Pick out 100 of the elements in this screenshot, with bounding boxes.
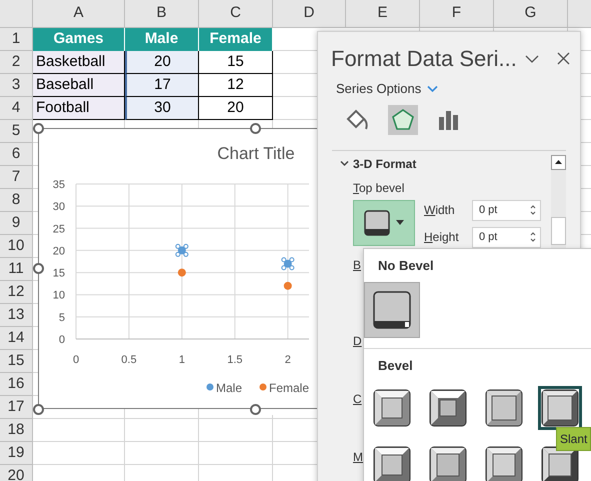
option-label: B xyxy=(353,258,362,272)
sheet-cell[interactable] xyxy=(125,419,199,442)
data-point[interactable] xyxy=(281,257,294,270)
scroll-thumb[interactable] xyxy=(551,216,566,244)
data-point[interactable] xyxy=(175,244,188,257)
sheet-cell[interactable] xyxy=(199,419,273,442)
bevel-icon xyxy=(541,446,579,481)
y-axis-label: 20 xyxy=(52,245,65,258)
table-cell: 12 xyxy=(199,74,273,97)
resize-handle[interactable] xyxy=(33,263,44,274)
no-bevel-icon xyxy=(373,290,411,328)
row-header[interactable]: 17 xyxy=(0,396,33,419)
row-header[interactable]: 15 xyxy=(0,350,33,373)
row-header[interactable]: 11 xyxy=(0,258,33,281)
header-cell: Male xyxy=(125,28,199,51)
column-header[interactable]: A xyxy=(33,0,125,28)
row-header[interactable]: 18 xyxy=(0,419,33,442)
row-header[interactable]: 7 xyxy=(0,166,33,189)
table-cell: Football xyxy=(33,97,125,120)
table-cell: Basketball xyxy=(33,51,125,74)
resize-handle[interactable] xyxy=(250,404,261,415)
column-header[interactable]: G xyxy=(494,0,568,28)
bevel-icon xyxy=(485,446,523,481)
column-header[interactable]: F xyxy=(420,0,494,28)
section-heading[interactable]: 3-D Format xyxy=(353,154,416,172)
caret-icon xyxy=(396,220,404,225)
row-header[interactable]: 9 xyxy=(0,212,33,235)
legend-entry: Female xyxy=(260,381,310,395)
column-header[interactable]: B xyxy=(125,0,199,28)
spin-field[interactable]: 0 pt xyxy=(472,226,541,248)
tooltip: Slant xyxy=(556,427,591,451)
x-axis-label: 2 xyxy=(284,354,291,366)
sheet-cell[interactable] xyxy=(33,419,125,442)
table-cell: Baseball xyxy=(33,74,125,97)
bevel-icon xyxy=(485,389,523,427)
pentagon-icon xyxy=(391,108,415,132)
option-label: D xyxy=(353,334,362,348)
spin-field[interactable]: 0 pt xyxy=(472,200,541,220)
y-axis-label: 35 xyxy=(52,179,65,191)
bevel-picker[interactable] xyxy=(353,200,415,246)
row-header[interactable]: 1 xyxy=(0,28,33,51)
row-header[interactable]: 6 xyxy=(0,143,33,166)
data-point[interactable] xyxy=(178,268,186,277)
row-header[interactable]: 19 xyxy=(0,442,33,465)
triangle-up-icon xyxy=(555,160,562,164)
y-axis-label: 10 xyxy=(52,290,65,302)
resize-handle[interactable] xyxy=(33,404,44,415)
legend-label: Female xyxy=(269,381,310,395)
series-options-label[interactable]: Series Options xyxy=(336,79,422,98)
row-header[interactable]: 13 xyxy=(0,304,33,327)
row-header[interactable]: 20 xyxy=(0,465,33,481)
spinner-arrows-icon[interactable] xyxy=(530,204,536,216)
column-header[interactable]: C xyxy=(199,0,273,28)
x-axis-label: 0.5 xyxy=(121,354,137,366)
row-header[interactable]: 14 xyxy=(0,327,33,350)
spinner-arrows-icon[interactable] xyxy=(530,231,536,243)
header-cell: Female xyxy=(199,28,273,51)
bar-chart-icon xyxy=(438,108,460,130)
bevel-icon xyxy=(429,446,467,481)
row-header[interactable]: 10 xyxy=(0,235,33,258)
scroll-up-button[interactable] xyxy=(551,154,566,170)
bevel-icon xyxy=(373,389,411,427)
table-cell: 17 xyxy=(125,74,199,97)
field-label: Height xyxy=(424,230,459,244)
bevel-icon xyxy=(373,446,411,481)
format-tab[interactable] xyxy=(388,104,418,134)
row-header[interactable]: 5 xyxy=(0,120,33,143)
x-axis-label: 1 xyxy=(178,354,185,366)
legend-entry: Male xyxy=(206,381,242,395)
column-header[interactable]: E xyxy=(346,0,420,28)
chevron-down-icon[interactable] xyxy=(525,54,539,64)
y-axis-label: 15 xyxy=(52,268,65,280)
y-axis-label: 0 xyxy=(58,334,65,346)
sheet-cell[interactable] xyxy=(33,442,125,465)
row-header[interactable]: 2 xyxy=(0,51,33,74)
sheet-cell[interactable] xyxy=(199,415,273,419)
sheet-cell[interactable] xyxy=(125,442,199,465)
top-bevel-label: Top bevel xyxy=(353,180,404,194)
resize-handle[interactable] xyxy=(250,123,261,134)
y-axis-label: 30 xyxy=(52,201,65,214)
x-axis-label: 0 xyxy=(72,354,80,366)
bevel-option[interactable] xyxy=(538,386,582,430)
legend-label: Male xyxy=(216,381,242,395)
resize-handle[interactable] xyxy=(33,123,44,134)
row-header[interactable]: 4 xyxy=(0,97,33,120)
menu-heading: Bevel xyxy=(377,356,414,374)
spreadsheet-grid[interactable] xyxy=(0,0,591,481)
table-cell: 30 xyxy=(125,97,199,120)
row-header[interactable]: 3 xyxy=(0,74,33,97)
option-label: M xyxy=(353,450,363,464)
chevron-down-icon[interactable] xyxy=(340,160,349,167)
close-icon[interactable] xyxy=(557,52,570,65)
row-header[interactable]: 16 xyxy=(0,373,33,396)
no-bevel-icon xyxy=(364,210,390,236)
sheet-cell[interactable] xyxy=(199,442,273,465)
bevel-option[interactable] xyxy=(364,282,420,338)
data-point[interactable] xyxy=(284,282,292,290)
row-header[interactable]: 8 xyxy=(0,189,33,212)
column-header[interactable]: D xyxy=(273,0,346,28)
row-header[interactable]: 12 xyxy=(0,281,33,304)
